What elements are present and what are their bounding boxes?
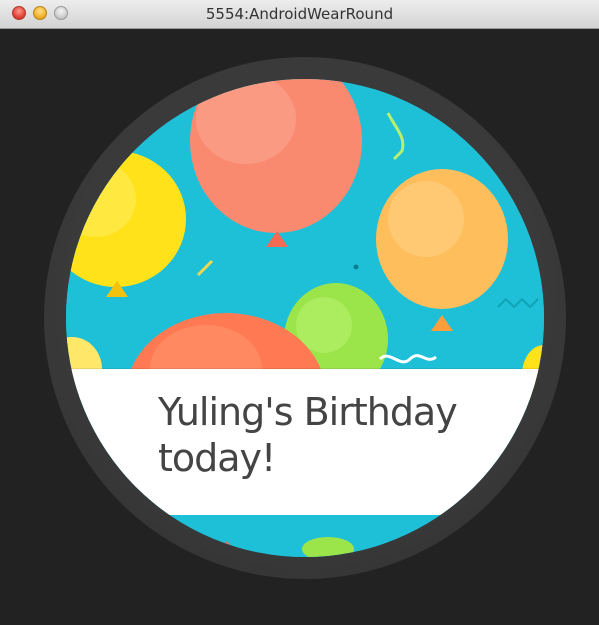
notification-text: Yuling's Birthday today! [158, 390, 458, 480]
window-title: 5554:AndroidWearRound [205, 5, 394, 23]
emulator-content: Yuling's Birthday today! [0, 29, 599, 625]
notification-card[interactable]: Yuling's Birthday today! [66, 369, 544, 515]
watch-screen[interactable]: Yuling's Birthday today! [66, 79, 544, 557]
emulator-window: 5554:AndroidWearRound Yuling's Birthday … [0, 0, 599, 625]
title-bar[interactable]: 5554:AndroidWearRound [0, 0, 599, 29]
